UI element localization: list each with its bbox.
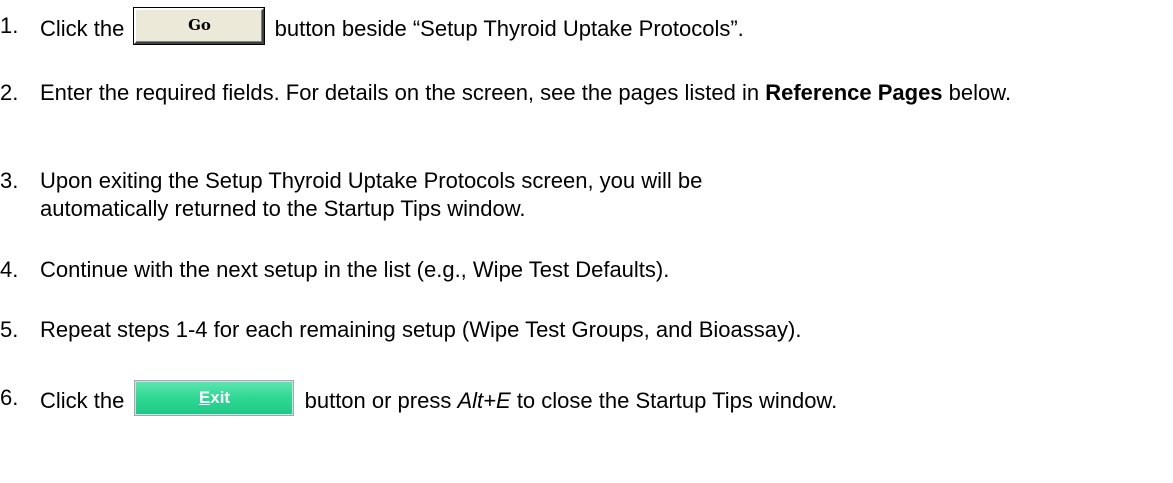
reference-pages-term: Reference Pages [765,80,943,105]
step-text-after: button beside “Setup Thyroid Uptake Prot… [274,15,744,41]
step-text: Enter the required fields. For details o… [40,79,1173,107]
step-number: 5. [0,317,19,342]
step-number: 6. [0,385,19,410]
step-text-main: Enter the required fields. For details o… [40,80,760,105]
step-number: 4. [0,257,19,282]
step-number: 1. [0,13,19,38]
step-text-after: to close the Startup Tips window. [516,387,838,413]
step-text-middle: button or press [304,387,452,413]
go-button-label: Go [188,16,211,34]
step-number: 2. [0,80,19,105]
step-text: Upon exiting the Setup Thyroid Uptake Pr… [40,168,703,221]
go-button[interactable]: Go [134,8,265,44]
step-text-before: Click the [40,387,125,413]
step-text: Click the Go button beside “Setup Thyroi… [40,8,1173,48]
step-text: Repeat steps 1-4 for each remaining setu… [40,317,802,342]
step-text: Continue with the next setup in the list… [40,257,670,282]
exit-button-label: xit [210,388,231,407]
exit-button-mnemonic: E [198,388,211,407]
step-text-after: below. [948,80,1012,105]
step-number: 3. [0,168,19,193]
step-text: Click the Exit button or press Alt+E to … [40,380,1173,420]
step-text-before: Click the [40,15,125,41]
keyboard-shortcut: Alt+E [457,387,511,413]
exit-button[interactable]: Exit [134,380,295,416]
